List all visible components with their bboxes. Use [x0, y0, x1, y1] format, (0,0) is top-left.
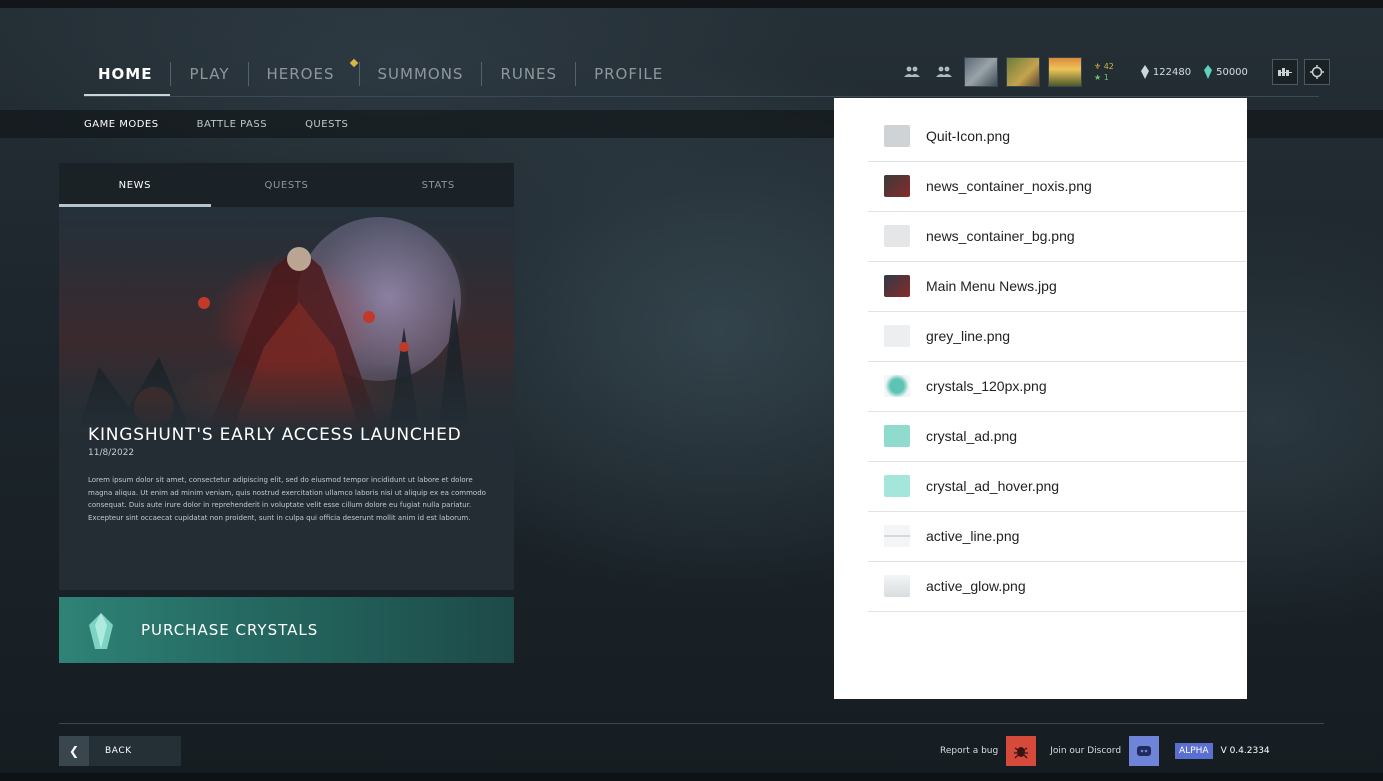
purchase-crystals-button[interactable]: PURCHASE CRYSTALS: [59, 597, 514, 663]
party-slot-thumbnail[interactable]: [964, 57, 998, 87]
footer-links: Report a bug Join our Discord ALPHA V 0.…: [940, 736, 1270, 766]
party-slot-thumbnail[interactable]: [1048, 57, 1082, 87]
discord-label[interactable]: Join our Discord: [1050, 746, 1121, 756]
news-title: KINGSHUNT'S EARLY ACCESS LAUNCHED: [88, 425, 462, 445]
news-panel: NEWS QUESTS STATS KINGSHUNT'S EARLY ACCE…: [59, 163, 514, 590]
purchase-crystals-label: PURCHASE CRYSTALS: [141, 621, 319, 639]
back-label: BACK: [105, 746, 132, 756]
file-name: crystal_ad.png: [926, 428, 1018, 444]
tab-quests[interactable]: QUESTS: [211, 163, 363, 207]
discord-icon[interactable]: [1129, 736, 1160, 766]
nav-tab-profile[interactable]: PROFILE: [576, 52, 681, 96]
notification-diamond-icon: [349, 58, 358, 68]
report-bug-label[interactable]: Report a bug: [940, 746, 998, 756]
file-name: crystal_ad_hover.png: [926, 478, 1060, 494]
stat-gold-value: 42: [1103, 62, 1114, 71]
currency-crystals-value: 50000: [1216, 66, 1248, 78]
file-list-item[interactable]: active_line.png: [868, 511, 1246, 562]
currency-primary: 122480: [1140, 65, 1191, 79]
currency-primary-value: 122480: [1152, 66, 1192, 78]
file-thumbnail-icon: [884, 575, 910, 597]
top-frame: [0, 0, 1383, 8]
gear-icon[interactable]: [1303, 59, 1330, 85]
file-thumbnail-icon: [884, 525, 910, 547]
nav-tab-runes[interactable]: RUNES: [482, 52, 575, 96]
file-thumbnail-icon: [884, 125, 910, 147]
subnav-quests[interactable]: QUESTS: [305, 119, 348, 130]
hud-buttons: [1271, 59, 1330, 85]
nav-tab-summons[interactable]: SUMMONS: [360, 52, 482, 96]
alpha-badge: ALPHA: [1175, 743, 1213, 759]
nav-tab-heroes[interactable]: HEROES: [249, 52, 359, 96]
stat-gold: ⚜ 42: [1094, 62, 1114, 71]
nav-tab-home[interactable]: HOME: [84, 52, 171, 96]
back-button[interactable]: ❮ BACK: [59, 736, 181, 766]
bottom-frame: [0, 773, 1383, 781]
nav-tab-heroes-label: HEROES: [266, 65, 335, 83]
file-thumbnail-icon: [884, 475, 910, 497]
crystal-currency-icon: [1204, 65, 1213, 79]
file-list-item[interactable]: crystals_120px.png: [868, 361, 1246, 412]
group-icon[interactable]: [932, 61, 956, 83]
file-thumbnail-icon: [884, 325, 910, 347]
file-thumbnail-icon: [884, 375, 910, 397]
stat-green-value: 1: [1103, 73, 1109, 82]
file-name: Main Menu News.jpg: [926, 278, 1057, 294]
file-thumbnail-icon: [884, 225, 910, 247]
file-name: Quit-Icon.png: [926, 128, 1011, 144]
file-list-item[interactable]: grey_line.png: [868, 311, 1246, 362]
version-label: V 0.4.2334: [1220, 746, 1270, 756]
file-list-item[interactable]: Main Menu News.jpg: [868, 261, 1246, 312]
feather-currency-icon: [1140, 65, 1149, 79]
subnav-battle-pass[interactable]: BATTLE PASS: [197, 119, 267, 130]
file-name: active_glow.png: [926, 578, 1026, 594]
file-name: crystals_120px.png: [926, 378, 1047, 394]
file-thumbnail-icon: [884, 275, 910, 297]
tab-stats[interactable]: STATS: [362, 163, 514, 207]
file-list-dropdown: Quit-Icon.png news_container_noxis.png n…: [834, 98, 1247, 699]
chevron-left-icon: ❮: [59, 736, 89, 766]
stat-green: ★ 1: [1094, 73, 1109, 82]
party-slot-thumbnail[interactable]: [1006, 57, 1040, 87]
bug-icon[interactable]: [1006, 736, 1037, 766]
tab-news[interactable]: NEWS: [59, 163, 211, 207]
news-body: Lorem ipsum dolor sit amet, consectetur …: [88, 476, 486, 522]
currency-crystals: 50000: [1203, 65, 1248, 79]
nav-tab-play[interactable]: PLAY: [171, 52, 247, 96]
player-stats: ⚜ 42 ★ 1: [1094, 61, 1114, 83]
file-list-item[interactable]: news_container_noxis.png: [868, 161, 1246, 212]
file-name: news_container_noxis.png: [926, 178, 1092, 194]
file-thumbnail-icon: [884, 425, 910, 447]
file-name: active_line.png: [926, 528, 1020, 544]
file-list-item[interactable]: crystal_ad_hover.png: [868, 461, 1246, 512]
file-list-item[interactable]: news_container_bg.png: [868, 211, 1246, 262]
file-name: grey_line.png: [926, 328, 1011, 344]
subnav-game-modes[interactable]: GAME MODES: [84, 119, 159, 130]
news-date: 11/8/2022: [88, 448, 135, 458]
file-list-item[interactable]: active_glow.png: [868, 561, 1246, 612]
file-list-item[interactable]: Quit-Icon.png: [868, 111, 1246, 162]
footer-divider: [59, 723, 1324, 724]
file-name: news_container_bg.png: [926, 228, 1075, 244]
top-right-hud: ⚜ 42 ★ 1 122480 50000: [900, 57, 1330, 87]
mail-icon[interactable]: [1271, 59, 1298, 85]
crystal-icon: [89, 613, 113, 649]
artwork-fade: [59, 363, 514, 433]
subnav-items: GAME MODES BATTLE PASS QUESTS: [84, 110, 348, 138]
panel-tabs: NEWS QUESTS STATS: [59, 163, 514, 207]
file-list-item[interactable]: crystal_ad.png: [868, 411, 1246, 462]
main-nav: HOME PLAY HEROES SUMMONS RUNES PROFILE: [84, 52, 681, 96]
friends-icon[interactable]: [900, 61, 924, 83]
file-thumbnail-icon: [884, 175, 910, 197]
nav-underline: [84, 96, 1319, 97]
